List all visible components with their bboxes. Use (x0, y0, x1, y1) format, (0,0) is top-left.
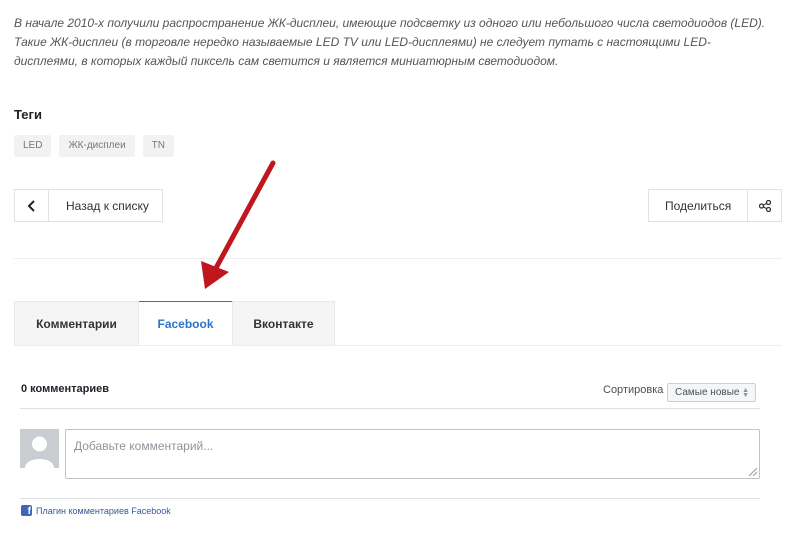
article-intro-text: В начале 2010-х получили распространение… (14, 16, 766, 68)
share-icon (747, 190, 781, 221)
resize-grip-icon[interactable] (749, 468, 757, 476)
tag-led[interactable]: LED (14, 135, 52, 157)
share-button[interactable]: Поделиться (648, 189, 782, 222)
tabs-underline (14, 345, 782, 346)
comment-input-box (65, 429, 760, 479)
section-divider (14, 258, 782, 259)
share-label: Поделиться (665, 198, 732, 213)
sort-selected-value: Самые новые (675, 387, 740, 398)
sort-select[interactable]: Самые новые ▲ ▼ (667, 383, 756, 402)
facebook-icon: f (21, 505, 32, 516)
comment-input[interactable] (66, 430, 759, 478)
facebook-plugin-credit: f Плагин комментариев Facebook (21, 505, 171, 516)
sort-label: Сортировка (603, 384, 664, 396)
select-caret-icon: ▲ ▼ (742, 387, 749, 399)
comments-footer-divider (20, 498, 760, 499)
comments-count: 0 комментариев (21, 383, 110, 395)
tab-facebook[interactable]: Facebook (139, 301, 232, 345)
tab-comments[interactable]: Комментарии (14, 301, 139, 345)
chevron-left-icon (15, 190, 49, 221)
tags-list: LED ЖК-дисплеи TN (14, 135, 175, 157)
comment-tabs: Комментарии Facebook Вконтакте (14, 301, 335, 345)
facebook-plugin-link[interactable]: Плагин комментариев Facebook (36, 506, 171, 516)
tab-vkontakte[interactable]: Вконтакте (232, 301, 335, 345)
back-to-list-button[interactable]: Назад к списку (14, 189, 163, 222)
back-to-list-label: Назад к списку (66, 198, 149, 213)
tag-lcd[interactable]: ЖК-дисплеи (59, 135, 135, 157)
avatar (20, 429, 59, 468)
tag-tn[interactable]: TN (142, 135, 175, 157)
tags-heading: Теги (14, 107, 42, 122)
comments-header-divider (20, 408, 760, 409)
